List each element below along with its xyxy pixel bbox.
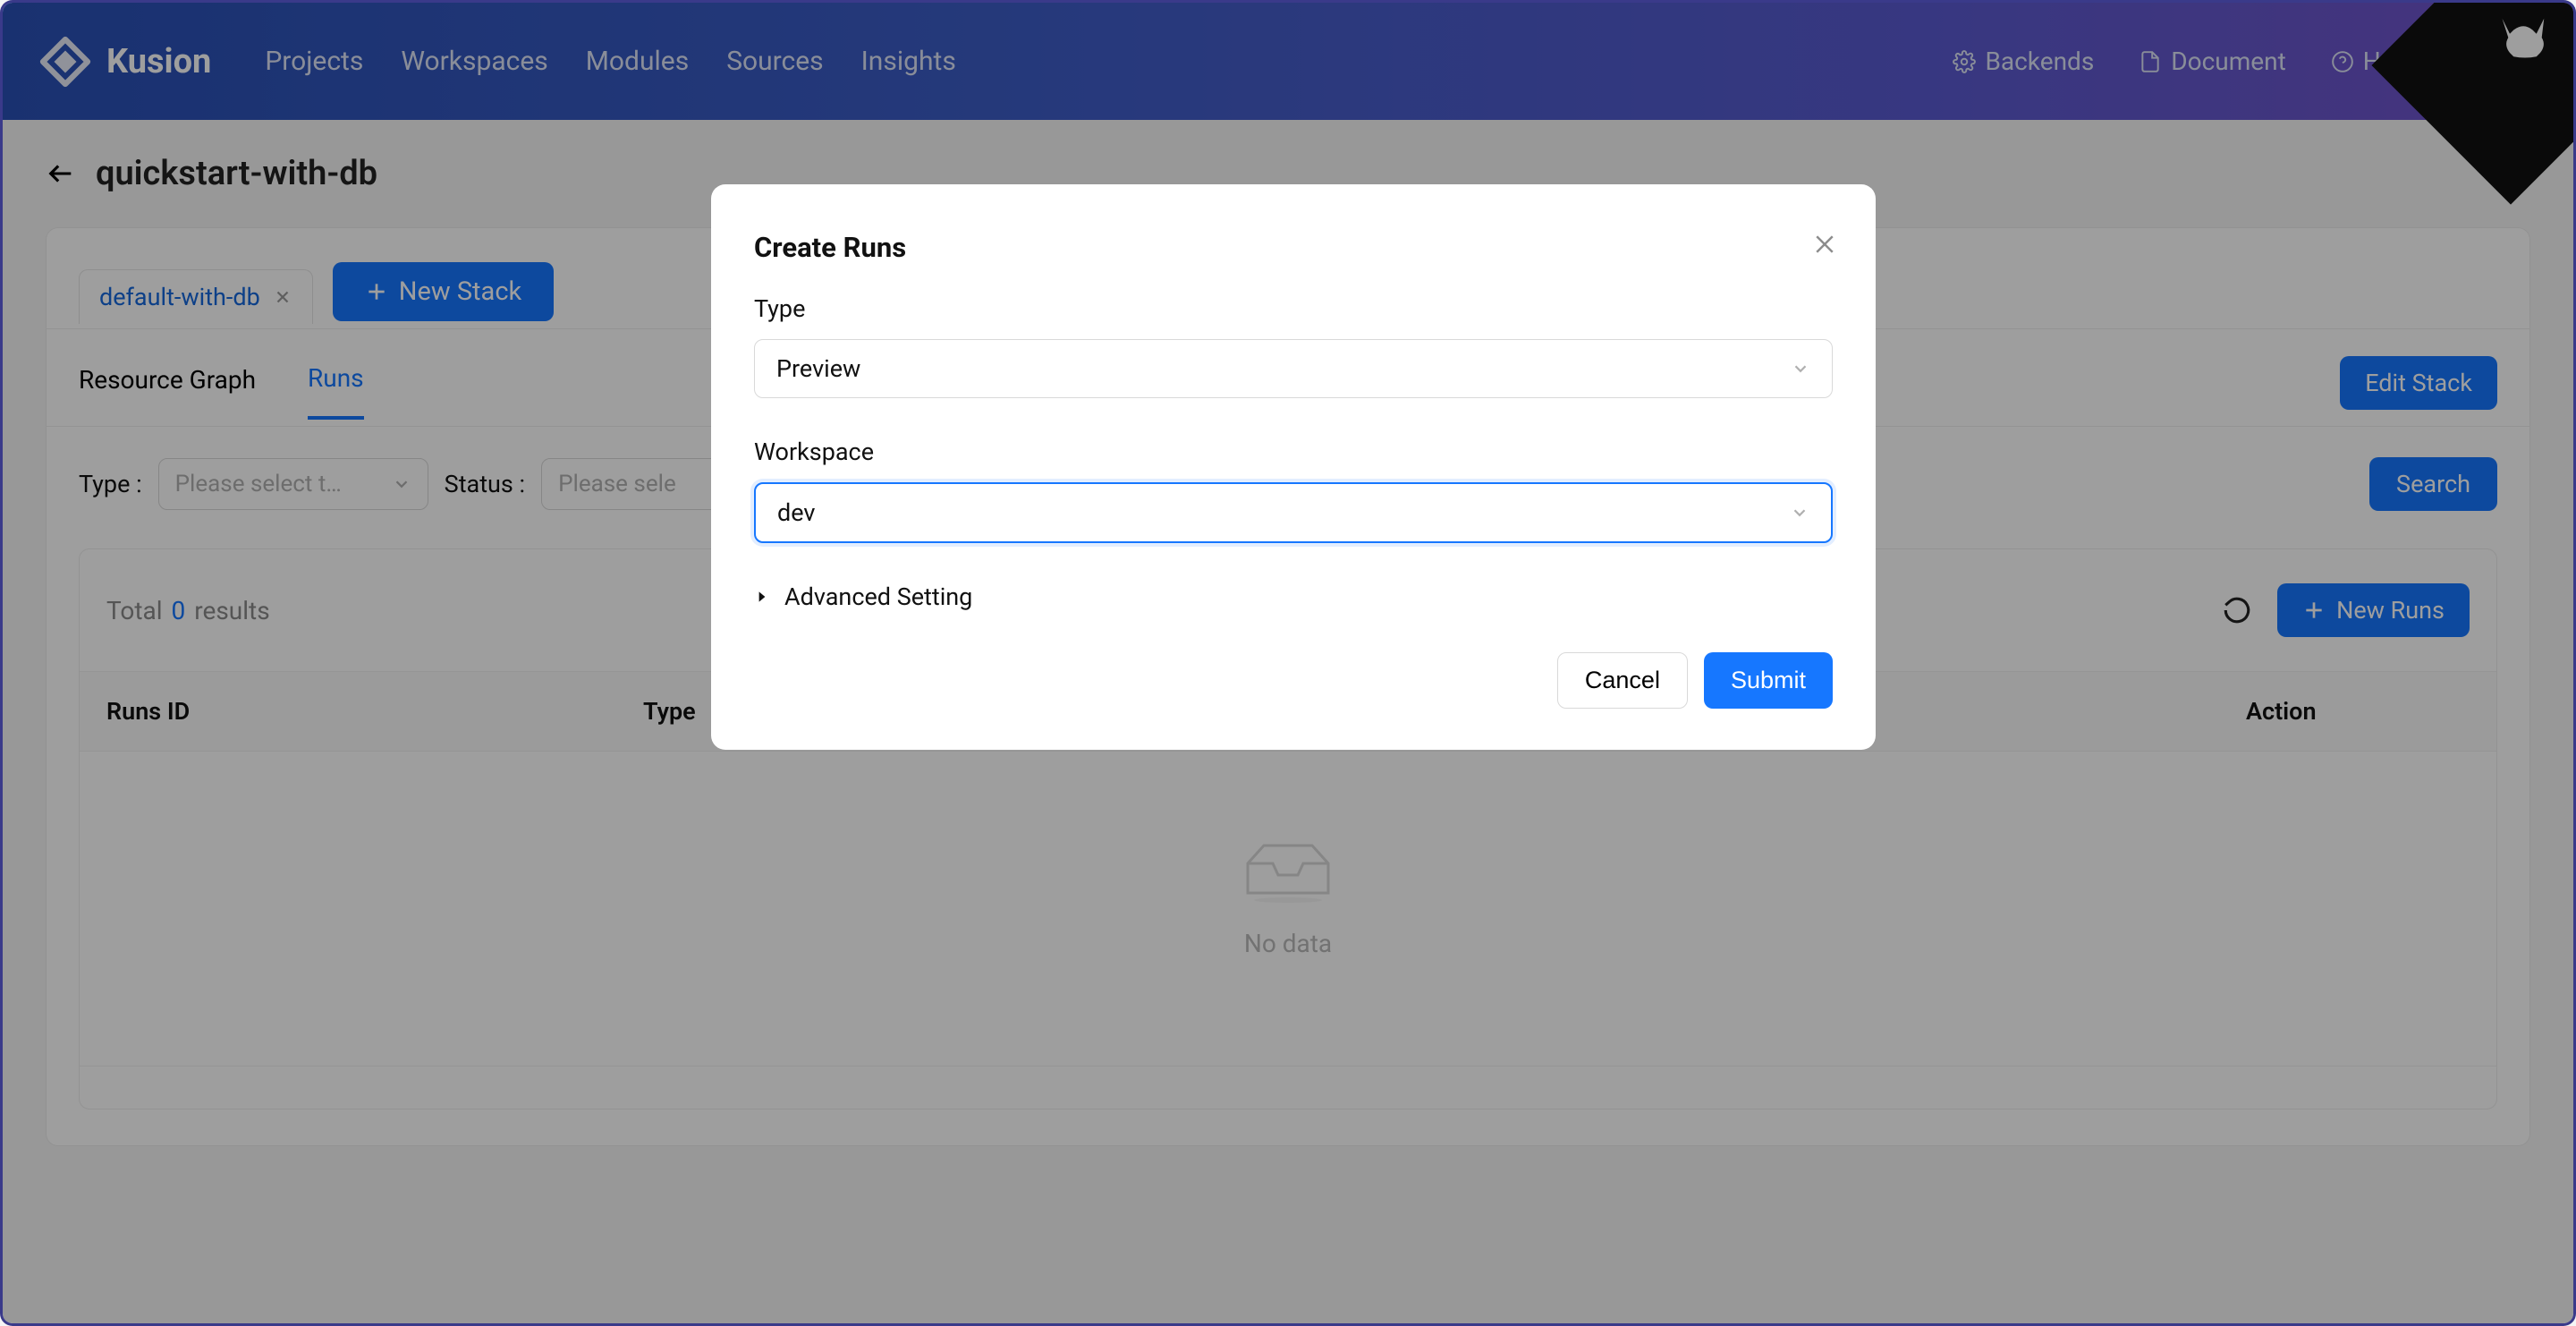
app-root: Kusion Projects Workspaces Modules Sourc… xyxy=(3,3,2573,1323)
workspace-label: Workspace xyxy=(754,438,1833,466)
type-select[interactable]: Preview xyxy=(754,339,1833,398)
submit-button[interactable]: Submit xyxy=(1704,652,1833,709)
modal-title: Create Runs xyxy=(754,231,1833,264)
modal-footer: Cancel Submit xyxy=(754,652,1833,709)
chevron-down-icon xyxy=(1791,359,1810,378)
modal-close-icon[interactable] xyxy=(1811,231,1838,258)
create-runs-modal: Create Runs Type Preview Workspace dev A… xyxy=(711,184,1876,750)
workspace-select[interactable]: dev xyxy=(754,482,1833,543)
caret-right-icon xyxy=(754,589,770,605)
submit-label: Submit xyxy=(1731,667,1806,693)
workspace-value: dev xyxy=(777,498,815,527)
chevron-down-icon xyxy=(1790,503,1809,523)
type-label: Type xyxy=(754,294,1833,323)
cancel-button[interactable]: Cancel xyxy=(1557,652,1688,709)
cancel-label: Cancel xyxy=(1585,667,1660,693)
advanced-setting-toggle[interactable]: Advanced Setting xyxy=(754,582,1833,611)
type-value: Preview xyxy=(776,354,860,383)
advanced-label: Advanced Setting xyxy=(784,582,972,611)
